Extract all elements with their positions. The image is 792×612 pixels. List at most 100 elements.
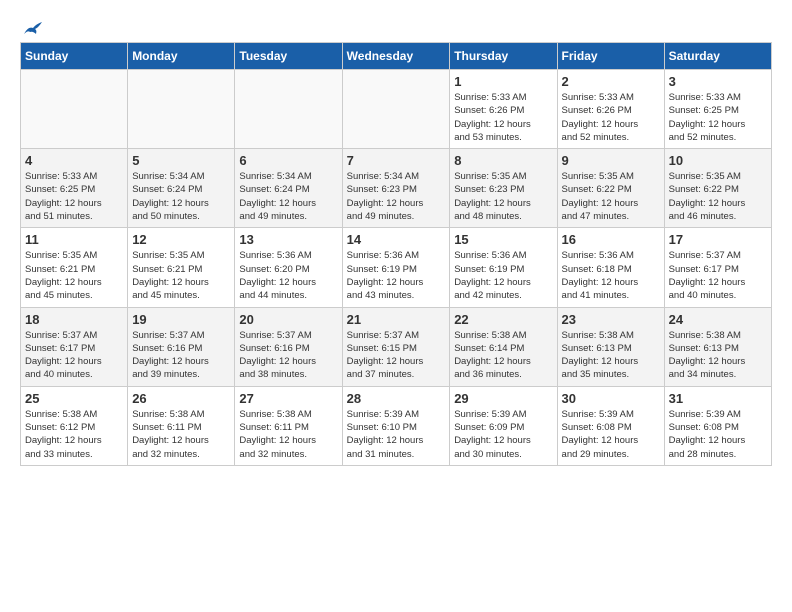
day-info: Sunrise: 5:37 AM Sunset: 6:16 PM Dayligh… (239, 329, 337, 382)
day-number: 5 (132, 153, 230, 168)
day-info: Sunrise: 5:39 AM Sunset: 6:09 PM Dayligh… (454, 408, 552, 461)
calendar-day: 2 Sunrise: 5:33 AM Sunset: 6:26 PM Daylig… (557, 70, 664, 149)
day-number: 31 (669, 391, 767, 406)
calendar-day: 6 Sunrise: 5:34 AM Sunset: 6:24 PM Daylig… (235, 149, 342, 228)
day-number: 27 (239, 391, 337, 406)
logo-bird-icon (22, 20, 44, 38)
day-info: Sunrise: 5:35 AM Sunset: 6:21 PM Dayligh… (25, 249, 123, 302)
day-info: Sunrise: 5:33 AM Sunset: 6:25 PM Dayligh… (669, 91, 767, 144)
day-number: 8 (454, 153, 552, 168)
day-info: Sunrise: 5:37 AM Sunset: 6:17 PM Dayligh… (669, 249, 767, 302)
day-info: Sunrise: 5:39 AM Sunset: 6:10 PM Dayligh… (347, 408, 446, 461)
day-info: Sunrise: 5:38 AM Sunset: 6:12 PM Dayligh… (25, 408, 123, 461)
day-number: 29 (454, 391, 552, 406)
calendar-day (21, 70, 128, 149)
day-number: 26 (132, 391, 230, 406)
day-number: 15 (454, 232, 552, 247)
calendar-day: 16 Sunrise: 5:36 AM Sunset: 6:18 PM Dayli… (557, 228, 664, 307)
day-info: Sunrise: 5:35 AM Sunset: 6:22 PM Dayligh… (669, 170, 767, 223)
calendar-day: 31 Sunrise: 5:39 AM Sunset: 6:08 PM Dayli… (664, 386, 771, 465)
day-info: Sunrise: 5:39 AM Sunset: 6:08 PM Dayligh… (669, 408, 767, 461)
day-info: Sunrise: 5:36 AM Sunset: 6:19 PM Dayligh… (454, 249, 552, 302)
day-info: Sunrise: 5:34 AM Sunset: 6:23 PM Dayligh… (347, 170, 446, 223)
day-number: 3 (669, 74, 767, 89)
calendar-week-row: 11 Sunrise: 5:35 AM Sunset: 6:21 PM Dayli… (21, 228, 772, 307)
calendar-day: 10 Sunrise: 5:35 AM Sunset: 6:22 PM Dayli… (664, 149, 771, 228)
day-number: 22 (454, 312, 552, 327)
calendar-table: SundayMondayTuesdayWednesdayThursdayFrid… (20, 42, 772, 466)
calendar-day: 7 Sunrise: 5:34 AM Sunset: 6:23 PM Daylig… (342, 149, 450, 228)
col-header-tuesday: Tuesday (235, 43, 342, 70)
col-header-saturday: Saturday (664, 43, 771, 70)
day-info: Sunrise: 5:39 AM Sunset: 6:08 PM Dayligh… (562, 408, 660, 461)
col-header-friday: Friday (557, 43, 664, 70)
day-info: Sunrise: 5:36 AM Sunset: 6:20 PM Dayligh… (239, 249, 337, 302)
day-info: Sunrise: 5:38 AM Sunset: 6:11 PM Dayligh… (132, 408, 230, 461)
day-number: 11 (25, 232, 123, 247)
day-info: Sunrise: 5:38 AM Sunset: 6:11 PM Dayligh… (239, 408, 337, 461)
day-info: Sunrise: 5:36 AM Sunset: 6:18 PM Dayligh… (562, 249, 660, 302)
day-number: 4 (25, 153, 123, 168)
calendar-week-row: 4 Sunrise: 5:33 AM Sunset: 6:25 PM Daylig… (21, 149, 772, 228)
calendar-day (342, 70, 450, 149)
day-info: Sunrise: 5:37 AM Sunset: 6:15 PM Dayligh… (347, 329, 446, 382)
page-header (20, 20, 772, 34)
day-info: Sunrise: 5:37 AM Sunset: 6:16 PM Dayligh… (132, 329, 230, 382)
calendar-day: 3 Sunrise: 5:33 AM Sunset: 6:25 PM Daylig… (664, 70, 771, 149)
col-header-wednesday: Wednesday (342, 43, 450, 70)
day-number: 7 (347, 153, 446, 168)
calendar-day: 23 Sunrise: 5:38 AM Sunset: 6:13 PM Dayli… (557, 307, 664, 386)
day-number: 13 (239, 232, 337, 247)
day-info: Sunrise: 5:33 AM Sunset: 6:26 PM Dayligh… (562, 91, 660, 144)
day-number: 10 (669, 153, 767, 168)
calendar-day: 17 Sunrise: 5:37 AM Sunset: 6:17 PM Dayli… (664, 228, 771, 307)
calendar-day: 27 Sunrise: 5:38 AM Sunset: 6:11 PM Dayli… (235, 386, 342, 465)
day-number: 2 (562, 74, 660, 89)
day-number: 23 (562, 312, 660, 327)
day-number: 14 (347, 232, 446, 247)
calendar-day: 8 Sunrise: 5:35 AM Sunset: 6:23 PM Daylig… (450, 149, 557, 228)
day-info: Sunrise: 5:34 AM Sunset: 6:24 PM Dayligh… (239, 170, 337, 223)
calendar-day: 14 Sunrise: 5:36 AM Sunset: 6:19 PM Dayli… (342, 228, 450, 307)
day-number: 6 (239, 153, 337, 168)
calendar-day: 21Sunrise: 5:37 AM Sunset: 6:15 PM Dayli… (342, 307, 450, 386)
day-info: Sunrise: 5:34 AM Sunset: 6:24 PM Dayligh… (132, 170, 230, 223)
day-number: 1 (454, 74, 552, 89)
day-number: 12 (132, 232, 230, 247)
day-number: 16 (562, 232, 660, 247)
calendar-day: 24Sunrise: 5:38 AM Sunset: 6:13 PM Dayli… (664, 307, 771, 386)
calendar-day: 12 Sunrise: 5:35 AM Sunset: 6:21 PM Dayli… (128, 228, 235, 307)
day-number: 9 (562, 153, 660, 168)
calendar-day: 26 Sunrise: 5:38 AM Sunset: 6:11 PM Dayli… (128, 386, 235, 465)
col-header-thursday: Thursday (450, 43, 557, 70)
day-info: Sunrise: 5:35 AM Sunset: 6:22 PM Dayligh… (562, 170, 660, 223)
calendar-day: 30 Sunrise: 5:39 AM Sunset: 6:08 PM Dayli… (557, 386, 664, 465)
calendar-day: 18Sunrise: 5:37 AM Sunset: 6:17 PM Dayli… (21, 307, 128, 386)
calendar-day: 22Sunrise: 5:38 AM Sunset: 6:14 PM Dayli… (450, 307, 557, 386)
calendar-day (128, 70, 235, 149)
calendar-day: 5 Sunrise: 5:34 AM Sunset: 6:24 PM Daylig… (128, 149, 235, 228)
day-info: Sunrise: 5:35 AM Sunset: 6:23 PM Dayligh… (454, 170, 552, 223)
day-info: Sunrise: 5:35 AM Sunset: 6:21 PM Dayligh… (132, 249, 230, 302)
day-info: Sunrise: 5:36 AM Sunset: 6:19 PM Dayligh… (347, 249, 446, 302)
calendar-day: 29 Sunrise: 5:39 AM Sunset: 6:09 PM Dayli… (450, 386, 557, 465)
day-info: Sunrise: 5:33 AM Sunset: 6:25 PM Dayligh… (25, 170, 123, 223)
calendar-header-row: SundayMondayTuesdayWednesdayThursdayFrid… (21, 43, 772, 70)
logo (20, 20, 44, 34)
calendar-day (235, 70, 342, 149)
col-header-sunday: Sunday (21, 43, 128, 70)
day-number: 30 (562, 391, 660, 406)
day-info: Sunrise: 5:33 AM Sunset: 6:26 PM Dayligh… (454, 91, 552, 144)
day-number: 18 (25, 312, 123, 327)
day-info: Sunrise: 5:38 AM Sunset: 6:13 PM Dayligh… (562, 329, 660, 382)
calendar-day: 20 Sunrise: 5:37 AM Sunset: 6:16 PM Dayli… (235, 307, 342, 386)
calendar-week-row: 1 Sunrise: 5:33 AM Sunset: 6:26 PM Daylig… (21, 70, 772, 149)
day-number: 19 (132, 312, 230, 327)
calendar-day: 4 Sunrise: 5:33 AM Sunset: 6:25 PM Daylig… (21, 149, 128, 228)
calendar-day: 1 Sunrise: 5:33 AM Sunset: 6:26 PM Daylig… (450, 70, 557, 149)
day-number: 20 (239, 312, 337, 327)
calendar-week-row: 25Sunrise: 5:38 AM Sunset: 6:12 PM Dayli… (21, 386, 772, 465)
day-number: 17 (669, 232, 767, 247)
calendar-day: 11 Sunrise: 5:35 AM Sunset: 6:21 PM Dayli… (21, 228, 128, 307)
calendar-day: 13 Sunrise: 5:36 AM Sunset: 6:20 PM Dayli… (235, 228, 342, 307)
